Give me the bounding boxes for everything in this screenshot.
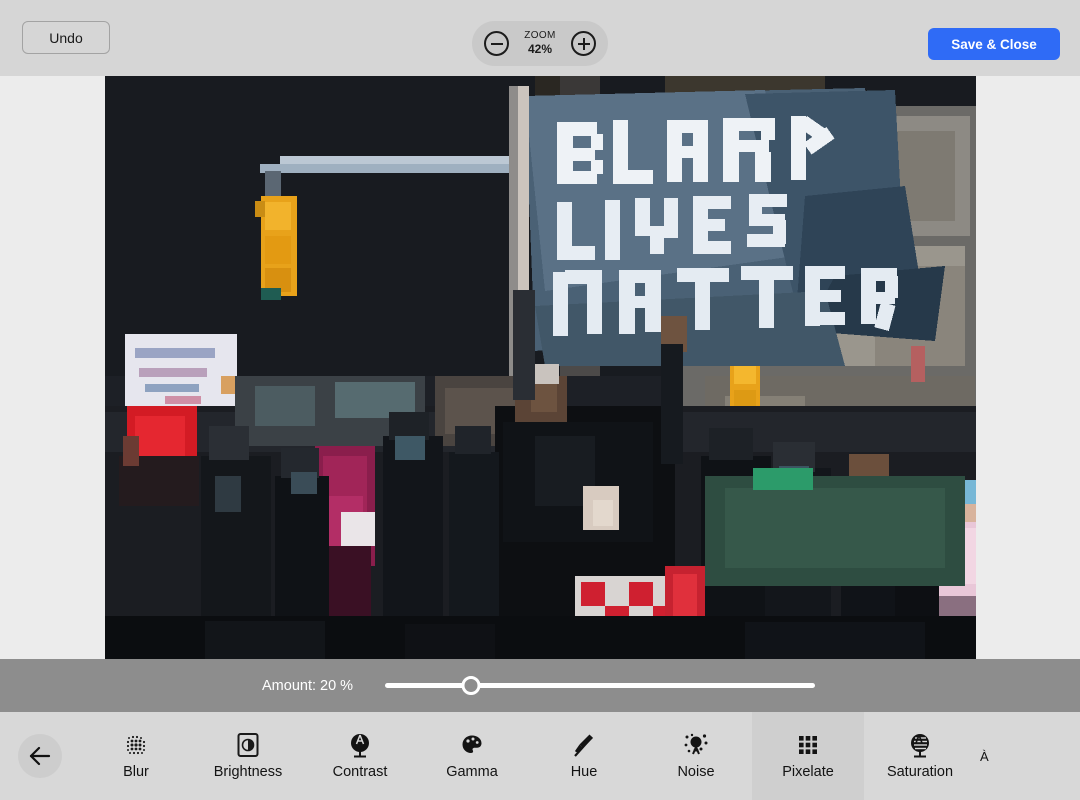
- filter-label: Brightness: [213, 764, 283, 781]
- blur-dots-icon: [123, 732, 149, 758]
- back-button-circle: [18, 734, 62, 778]
- filter-label: Saturation: [886, 764, 954, 781]
- filter-item-contrast[interactable]: Contrast: [304, 712, 416, 800]
- edited-image[interactable]: [105, 76, 976, 659]
- filter-item-pixelate[interactable]: Pixelate: [752, 712, 864, 800]
- zoom-control: ZOOM 42%: [472, 21, 608, 66]
- arrow-left-icon: [29, 746, 51, 766]
- zoom-readout: ZOOM 42%: [519, 30, 561, 58]
- amount-slider[interactable]: [385, 675, 815, 697]
- zoom-value: 42%: [527, 42, 553, 57]
- filter-toolbar: Blur Brightness Contrast Gamma Hue Noise…: [0, 712, 1080, 800]
- filter-item-hue[interactable]: Hue: [528, 712, 640, 800]
- pixel-grid-icon: [795, 732, 821, 758]
- zoom-label: ZOOM: [524, 29, 556, 41]
- amount-label: Amount: 20 %: [262, 677, 354, 694]
- noise-scatter-icon: [683, 732, 709, 758]
- filter-label: Pixelate: [782, 764, 834, 781]
- filter-item-noise[interactable]: Noise: [640, 712, 752, 800]
- zoom-out-button[interactable]: [484, 31, 509, 56]
- save-and-close-button[interactable]: Save & Close: [928, 28, 1060, 60]
- slider-track[interactable]: [385, 683, 815, 688]
- filter-item-brightness[interactable]: Brightness: [192, 712, 304, 800]
- filter-label: Blur: [123, 764, 149, 781]
- filter-list: Blur Brightness Contrast Gamma Hue Noise…: [80, 712, 1080, 800]
- filter-label: À: [980, 748, 989, 764]
- image-editor-app: Undo ZOOM 42% Save & Close Amount: 20 % …: [0, 0, 1080, 800]
- filter-label: Hue: [570, 764, 598, 781]
- back-button[interactable]: [0, 712, 80, 800]
- filter-amount-bar: Amount: 20 %: [0, 659, 1080, 712]
- saturation-icon: [907, 732, 933, 758]
- filter-item-gamma[interactable]: Gamma: [416, 712, 528, 800]
- slider-thumb[interactable]: [461, 676, 481, 695]
- hue-brush-icon: [571, 732, 597, 758]
- filter-label: Gamma: [446, 764, 498, 781]
- pixelated-photo-graphic: [105, 76, 976, 659]
- palette-icon: [459, 732, 485, 758]
- contrast-circle-icon: [347, 732, 373, 758]
- undo-button[interactable]: Undo: [22, 21, 110, 54]
- undo-label: Undo: [49, 29, 83, 46]
- filter-label: Contrast: [332, 764, 388, 781]
- save-label: Save & Close: [951, 36, 1037, 52]
- filter-item-saturation[interactable]: Saturation: [864, 712, 976, 800]
- filter-item-next-clipped[interactable]: À: [976, 712, 1080, 800]
- zoom-in-button[interactable]: [571, 31, 596, 56]
- top-toolbar: Undo ZOOM 42% Save & Close: [0, 0, 1080, 76]
- filter-label: Noise: [677, 764, 715, 781]
- brightness-square-icon: [235, 732, 261, 758]
- filter-item-blur[interactable]: Blur: [80, 712, 192, 800]
- editor-canvas[interactable]: [0, 76, 1080, 659]
